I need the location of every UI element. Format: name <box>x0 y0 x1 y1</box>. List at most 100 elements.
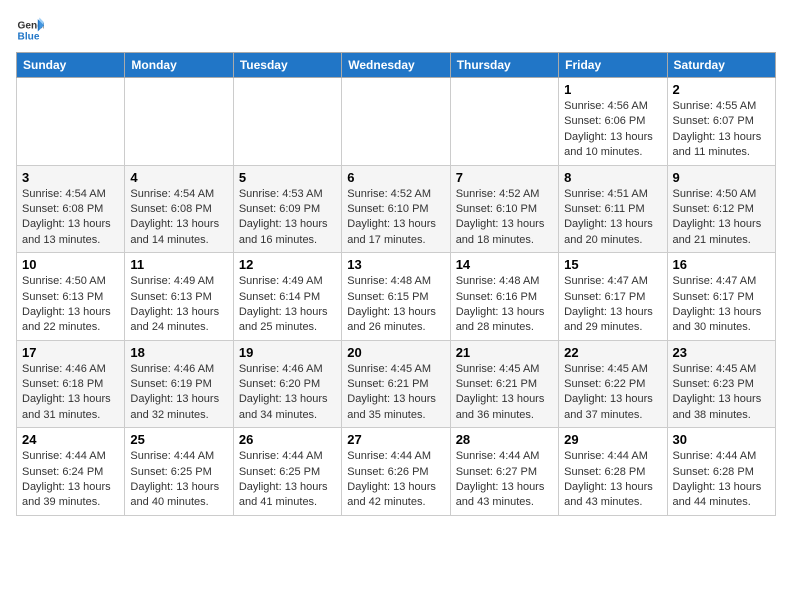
day-number: 16 <box>673 257 770 272</box>
day-number: 9 <box>673 170 770 185</box>
calendar-cell: 10 Sunrise: 4:50 AM Sunset: 6:13 PM Dayli… <box>17 253 125 341</box>
calendar-cell: 12 Sunrise: 4:49 AM Sunset: 6:14 PM Dayli… <box>233 253 341 341</box>
day-number: 17 <box>22 345 119 360</box>
day-number: 19 <box>239 345 336 360</box>
calendar-cell <box>450 78 558 166</box>
calendar-cell: 4 Sunrise: 4:54 AM Sunset: 6:08 PM Daylig… <box>125 165 233 253</box>
day-info: Sunrise: 4:45 AM Sunset: 6:21 PM Dayligh… <box>347 362 444 424</box>
calendar-cell: 25Sunrise: 4:44 AM Sunset: 6:25 PM Dayli… <box>125 428 233 516</box>
calendar-cell: 27 Sunrise: 4:44 AM Sunset: 6:26 PM Dayli… <box>342 428 450 516</box>
calendar-cell: 1Sunrise: 4:56 AM Sunset: 6:06 PM Daylig… <box>559 78 667 166</box>
calendar-cell: 8Sunrise: 4:51 AM Sunset: 6:11 PM Daylig… <box>559 165 667 253</box>
calendar-cell: 7 Sunrise: 4:52 AM Sunset: 6:10 PM Daylig… <box>450 165 558 253</box>
day-number: 5 <box>239 170 336 185</box>
calendar-week-2: 3 Sunrise: 4:54 AM Sunset: 6:08 PM Daylig… <box>17 165 776 253</box>
calendar-cell: 9 Sunrise: 4:50 AM Sunset: 6:12 PM Daylig… <box>667 165 775 253</box>
col-header-thursday: Thursday <box>450 53 558 78</box>
day-number: 22 <box>564 345 661 360</box>
svg-text:Blue: Blue <box>18 31 40 42</box>
day-number: 30 <box>673 432 770 447</box>
day-info: Sunrise: 4:44 AM Sunset: 6:26 PM Dayligh… <box>347 449 444 511</box>
day-number: 24 <box>22 432 119 447</box>
day-number: 29 <box>564 432 661 447</box>
day-info: Sunrise: 4:44 AM Sunset: 6:28 PM Dayligh… <box>673 449 770 511</box>
calendar-cell: 19 Sunrise: 4:46 AM Sunset: 6:20 PM Dayli… <box>233 340 341 428</box>
day-number: 23 <box>673 345 770 360</box>
calendar-cell: 2 Sunrise: 4:55 AM Sunset: 6:07 PM Daylig… <box>667 78 775 166</box>
calendar-cell: 6 Sunrise: 4:52 AM Sunset: 6:10 PM Daylig… <box>342 165 450 253</box>
calendar-cell: 26Sunrise: 4:44 AM Sunset: 6:25 PM Dayli… <box>233 428 341 516</box>
day-info: Sunrise: 4:46 AM Sunset: 6:18 PM Dayligh… <box>22 362 119 424</box>
day-info: Sunrise: 4:49 AM Sunset: 6:13 PM Dayligh… <box>130 274 227 336</box>
day-info: Sunrise: 4:44 AM Sunset: 6:28 PM Dayligh… <box>564 449 661 511</box>
calendar-cell: 14 Sunrise: 4:48 AM Sunset: 6:16 PM Dayli… <box>450 253 558 341</box>
calendar-week-3: 10 Sunrise: 4:50 AM Sunset: 6:13 PM Dayli… <box>17 253 776 341</box>
day-number: 27 <box>347 432 444 447</box>
calendar-cell <box>17 78 125 166</box>
day-info: Sunrise: 4:55 AM Sunset: 6:07 PM Dayligh… <box>673 99 770 161</box>
day-number: 3 <box>22 170 119 185</box>
day-info: Sunrise: 4:46 AM Sunset: 6:20 PM Dayligh… <box>239 362 336 424</box>
day-number: 28 <box>456 432 553 447</box>
calendar-cell: 16Sunrise: 4:47 AM Sunset: 6:17 PM Dayli… <box>667 253 775 341</box>
calendar-week-1: 1Sunrise: 4:56 AM Sunset: 6:06 PM Daylig… <box>17 78 776 166</box>
calendar-cell: 11 Sunrise: 4:49 AM Sunset: 6:13 PM Dayli… <box>125 253 233 341</box>
day-number: 2 <box>673 82 770 97</box>
day-info: Sunrise: 4:45 AM Sunset: 6:23 PM Dayligh… <box>673 362 770 424</box>
day-info: Sunrise: 4:50 AM Sunset: 6:12 PM Dayligh… <box>673 187 770 249</box>
day-number: 21 <box>456 345 553 360</box>
calendar-cell: 20 Sunrise: 4:45 AM Sunset: 6:21 PM Dayli… <box>342 340 450 428</box>
day-info: Sunrise: 4:45 AM Sunset: 6:21 PM Dayligh… <box>456 362 553 424</box>
day-info: Sunrise: 4:50 AM Sunset: 6:13 PM Dayligh… <box>22 274 119 336</box>
day-info: Sunrise: 4:44 AM Sunset: 6:24 PM Dayligh… <box>22 449 119 511</box>
calendar-cell: 24 Sunrise: 4:44 AM Sunset: 6:24 PM Dayli… <box>17 428 125 516</box>
calendar-cell: 15 Sunrise: 4:47 AM Sunset: 6:17 PM Dayli… <box>559 253 667 341</box>
calendar-cell: 28 Sunrise: 4:44 AM Sunset: 6:27 PM Dayli… <box>450 428 558 516</box>
col-header-wednesday: Wednesday <box>342 53 450 78</box>
day-info: Sunrise: 4:54 AM Sunset: 6:08 PM Dayligh… <box>130 187 227 249</box>
day-number: 11 <box>130 257 227 272</box>
day-info: Sunrise: 4:45 AM Sunset: 6:22 PM Dayligh… <box>564 362 661 424</box>
calendar-cell: 23 Sunrise: 4:45 AM Sunset: 6:23 PM Dayli… <box>667 340 775 428</box>
calendar-week-5: 24 Sunrise: 4:44 AM Sunset: 6:24 PM Dayli… <box>17 428 776 516</box>
col-header-friday: Friday <box>559 53 667 78</box>
calendar-cell: 29 Sunrise: 4:44 AM Sunset: 6:28 PM Dayli… <box>559 428 667 516</box>
day-number: 18 <box>130 345 227 360</box>
calendar-cell <box>342 78 450 166</box>
calendar-header-row: SundayMondayTuesdayWednesdayThursdayFrid… <box>17 53 776 78</box>
calendar-cell <box>125 78 233 166</box>
day-info: Sunrise: 4:52 AM Sunset: 6:10 PM Dayligh… <box>456 187 553 249</box>
day-number: 26 <box>239 432 336 447</box>
day-info: Sunrise: 4:48 AM Sunset: 6:16 PM Dayligh… <box>456 274 553 336</box>
day-info: Sunrise: 4:44 AM Sunset: 6:27 PM Dayligh… <box>456 449 553 511</box>
calendar-cell: 30 Sunrise: 4:44 AM Sunset: 6:28 PM Dayli… <box>667 428 775 516</box>
day-info: Sunrise: 4:54 AM Sunset: 6:08 PM Dayligh… <box>22 187 119 249</box>
day-number: 25 <box>130 432 227 447</box>
day-number: 14 <box>456 257 553 272</box>
calendar-cell: 3 Sunrise: 4:54 AM Sunset: 6:08 PM Daylig… <box>17 165 125 253</box>
day-info: Sunrise: 4:56 AM Sunset: 6:06 PM Dayligh… <box>564 99 661 161</box>
day-info: Sunrise: 4:47 AM Sunset: 6:17 PM Dayligh… <box>564 274 661 336</box>
calendar-cell: 18Sunrise: 4:46 AM Sunset: 6:19 PM Dayli… <box>125 340 233 428</box>
day-number: 12 <box>239 257 336 272</box>
calendar-cell: 21 Sunrise: 4:45 AM Sunset: 6:21 PM Dayli… <box>450 340 558 428</box>
col-header-sunday: Sunday <box>17 53 125 78</box>
day-number: 15 <box>564 257 661 272</box>
day-info: Sunrise: 4:49 AM Sunset: 6:14 PM Dayligh… <box>239 274 336 336</box>
day-number: 4 <box>130 170 227 185</box>
calendar-cell: 13Sunrise: 4:48 AM Sunset: 6:15 PM Dayli… <box>342 253 450 341</box>
day-number: 7 <box>456 170 553 185</box>
day-info: Sunrise: 4:52 AM Sunset: 6:10 PM Dayligh… <box>347 187 444 249</box>
col-header-tuesday: Tuesday <box>233 53 341 78</box>
day-number: 13 <box>347 257 444 272</box>
day-number: 10 <box>22 257 119 272</box>
col-header-saturday: Saturday <box>667 53 775 78</box>
calendar-cell: 5Sunrise: 4:53 AM Sunset: 6:09 PM Daylig… <box>233 165 341 253</box>
day-number: 8 <box>564 170 661 185</box>
logo: General Blue <box>16 16 48 44</box>
logo-icon: General Blue <box>16 16 44 44</box>
calendar-cell: 22 Sunrise: 4:45 AM Sunset: 6:22 PM Dayli… <box>559 340 667 428</box>
day-number: 6 <box>347 170 444 185</box>
day-number: 20 <box>347 345 444 360</box>
calendar-cell <box>233 78 341 166</box>
